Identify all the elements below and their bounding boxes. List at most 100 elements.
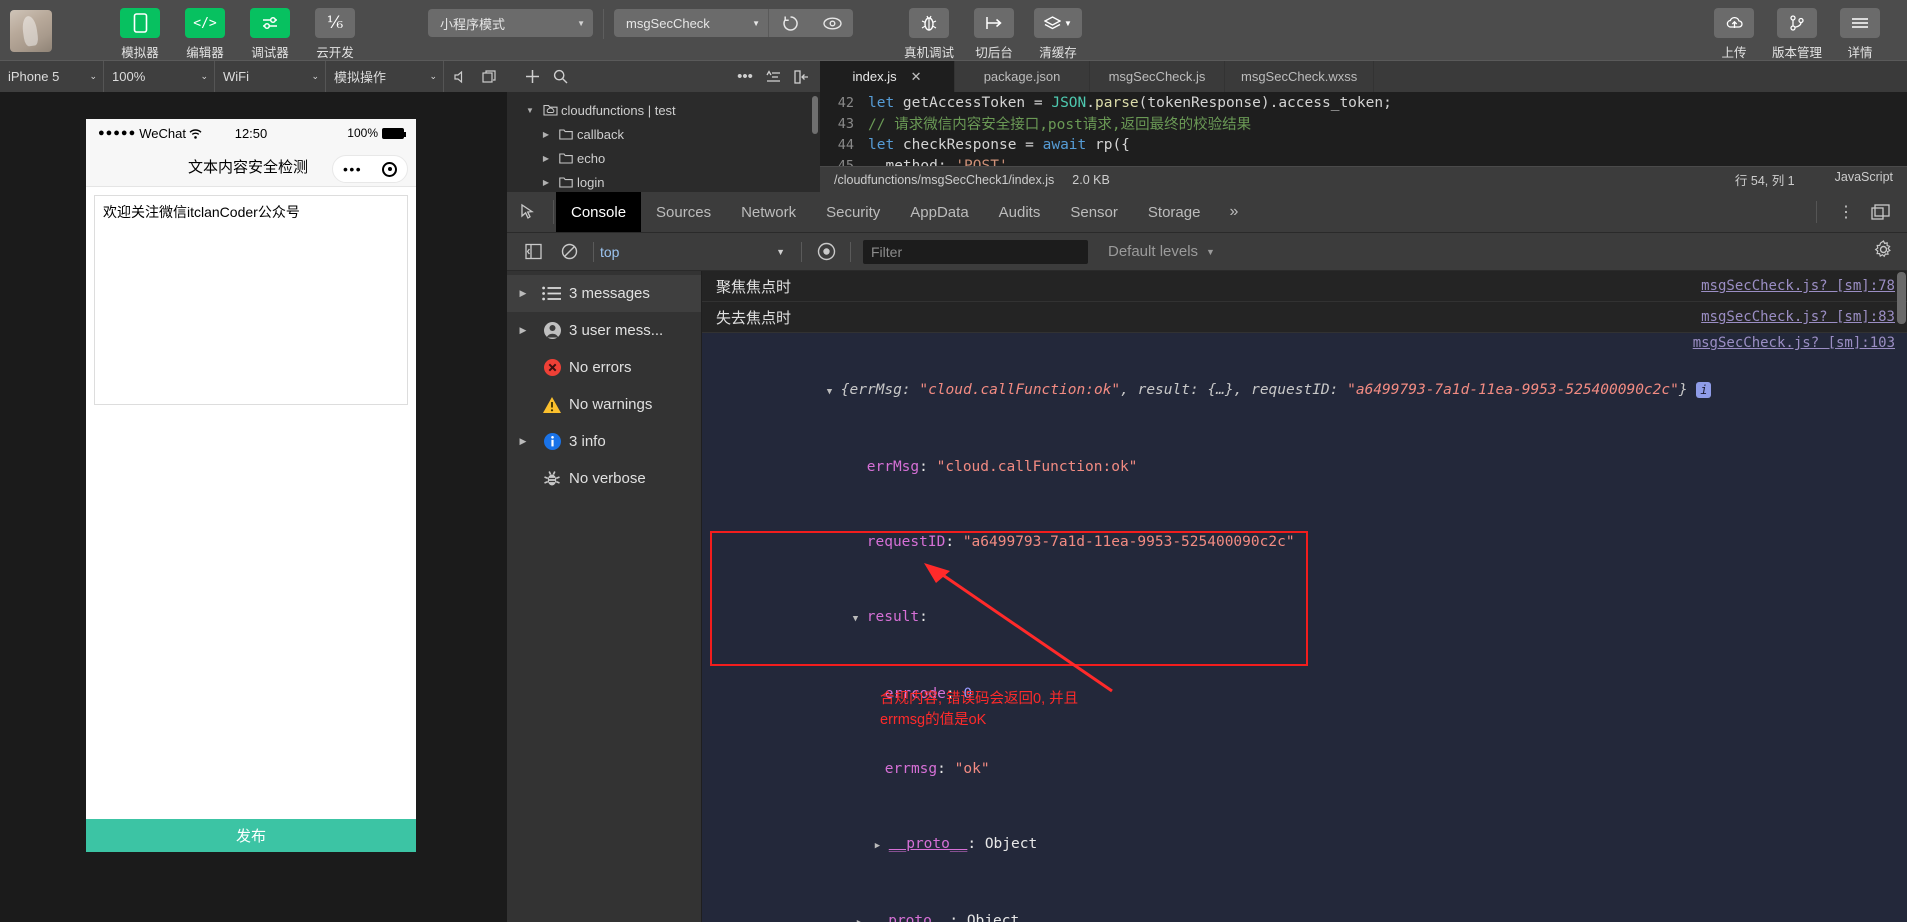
toggle-sidebar-icon[interactable] <box>515 233 551 271</box>
tab-storage[interactable]: Storage <box>1133 192 1216 232</box>
status-file-path: /cloudfunctions/msgSecCheck1/index.js <box>834 172 1055 187</box>
collapse-panel-icon[interactable] <box>788 61 814 93</box>
network-select[interactable]: WiFi ⌄ <box>215 60 326 93</box>
menu-dots-icon[interactable]: ••• <box>343 161 362 177</box>
preview-button[interactable] <box>811 9 853 37</box>
console-filter-input[interactable] <box>863 239 1088 264</box>
add-file-icon[interactable] <box>519 61 545 93</box>
search-icon[interactable] <box>547 61 573 93</box>
console-object-source[interactable]: msgSecCheck.js? [sm]:103 <box>716 335 1895 351</box>
more-options-icon[interactable]: ••• <box>732 61 758 93</box>
more-tabs-icon[interactable]: » <box>1215 192 1252 232</box>
inspect-element-icon[interactable] <box>507 192 551 232</box>
editor-tab-index-js[interactable]: index.js ✕ <box>820 61 955 92</box>
chevron-right-icon[interactable]: ▶ <box>537 178 555 187</box>
toolbar-button-debugger[interactable]: 调试器 <box>248 8 292 61</box>
console-output[interactable]: 聚焦焦点时 msgSecCheck.js? [sm]:78 失去焦点时 msgS… <box>702 271 1907 922</box>
detail-button[interactable]: 详情 <box>1837 8 1883 61</box>
tab-console[interactable]: Console <box>556 192 642 232</box>
editor-tab-package-json[interactable]: package.json <box>955 61 1090 92</box>
log-levels-select[interactable]: Default levels ▼ <box>1108 243 1215 260</box>
sidebar-item-messages[interactable]: ▶ 3 messages <box>507 275 701 312</box>
object-property-result[interactable]: ▼ result: <box>716 580 1895 657</box>
tree-item-callback[interactable]: ▶ callback <box>507 122 820 146</box>
content-textarea[interactable]: 欢迎关注微信itclanCoder公众号 <box>94 195 408 405</box>
info-badge-icon[interactable]: i <box>1696 382 1712 398</box>
sidebar-item-warnings[interactable]: No warnings <box>507 386 701 423</box>
sidebar-item-verbose[interactable]: No verbose <box>507 460 701 497</box>
chevron-right-icon[interactable]: ▶ <box>511 288 535 299</box>
file-tree-scrollbar[interactable] <box>812 96 818 134</box>
live-expression-icon[interactable] <box>808 233 844 271</box>
divider <box>1816 201 1817 223</box>
operation-select[interactable]: 模拟操作 ⌄ <box>326 60 444 93</box>
device-select[interactable]: iPhone 5 ⌄ <box>0 60 104 93</box>
sidebar-item-user-messages[interactable]: ▶ 3 user mess... <box>507 312 701 349</box>
screenshot-icon[interactable] <box>474 61 504 93</box>
toolbar-button-cloud-dev[interactable]: ⅙ 云开发 <box>313 8 357 61</box>
console-object-log[interactable]: msgSecCheck.js? [sm]:103 ▼ {errMsg: "clou… <box>702 333 1907 922</box>
tree-item-login[interactable]: ▶ login <box>507 170 820 192</box>
upload-button[interactable]: 上传 <box>1711 8 1757 61</box>
chevron-right-icon[interactable]: ▶ <box>537 154 555 163</box>
chevron-right-icon[interactable]: ▶ <box>857 911 871 922</box>
sort-icon[interactable] <box>760 61 786 93</box>
summary-middle: , result: {…}, requestID: <box>1120 382 1348 398</box>
console-scrollbar[interactable] <box>1897 272 1906 324</box>
console-message-row[interactable]: 失去焦点时 msgSecCheck.js? [sm]:83 <box>702 302 1907 333</box>
tab-appdata[interactable]: AppData <box>895 192 983 232</box>
real-device-debug-button[interactable]: 真机调试 <box>901 8 957 61</box>
editor-tab-msgseccheck-js[interactable]: msgSecCheck.js <box>1090 61 1225 92</box>
network-select-value: WiFi <box>223 69 249 84</box>
tab-sensor[interactable]: Sensor <box>1055 192 1133 232</box>
chevron-right-icon[interactable]: ▶ <box>511 325 535 336</box>
chevron-down-icon[interactable]: ▼ <box>521 106 539 115</box>
sidebar-item-label: 3 messages <box>569 285 650 302</box>
chevron-down-icon[interactable]: ▼ <box>853 607 867 632</box>
dock-side-icon[interactable] <box>1865 192 1895 233</box>
compile-button[interactable] <box>769 9 811 37</box>
object-property-requestid: requestID: "a6499793-7a1d-11ea-9953-5254… <box>866 534 1295 550</box>
code-line: 44 let checkResponse = await rp({ <box>820 134 1907 155</box>
user-avatar[interactable] <box>10 10 52 52</box>
object-property-proto-outer[interactable]: ▶__proto__: Object <box>716 884 1895 922</box>
tab-audits[interactable]: Audits <box>984 192 1056 232</box>
folder-icon <box>555 152 577 164</box>
object-property-errmsg: errMsg: "cloud.callFunction:ok" <box>866 459 1138 475</box>
console-message-source[interactable]: msgSecCheck.js? [sm]:78 <box>1701 278 1895 294</box>
background-button[interactable]: 切后台 <box>967 8 1021 61</box>
close-circle-icon[interactable] <box>382 161 398 177</box>
sidebar-item-errors[interactable]: No errors <box>507 349 701 386</box>
mute-icon[interactable] <box>444 61 474 93</box>
editor-tab-msgseccheck-wxss[interactable]: msgSecCheck.wxss <box>1225 61 1375 92</box>
sidebar-item-info[interactable]: ▶ 3 info <box>507 423 701 460</box>
context-select[interactable]: top ▼ <box>600 233 795 271</box>
toolbar-button-editor[interactable]: </> 编辑器 <box>183 8 227 61</box>
object-property-proto-inner[interactable]: ▶ __proto__: Object <box>716 807 1895 884</box>
zoom-select[interactable]: 100% ⌄ <box>104 60 215 93</box>
chevron-right-icon[interactable]: ▶ <box>537 130 555 139</box>
chevron-right-icon[interactable]: ▶ <box>875 834 889 859</box>
console-message-row[interactable]: 聚焦焦点时 msgSecCheck.js? [sm]:78 <box>702 271 1907 302</box>
close-icon[interactable]: ✕ <box>911 69 922 85</box>
tab-sources[interactable]: Sources <box>641 192 726 232</box>
chevron-right-icon[interactable]: ▶ <box>511 436 535 447</box>
chevron-down-icon[interactable]: ▼ <box>827 380 841 405</box>
object-summary-line[interactable]: ▼ {errMsg: "cloud.callFunction:ok", resul… <box>716 353 1895 430</box>
tree-item-echo[interactable]: ▶ echo <box>507 146 820 170</box>
tab-security[interactable]: Security <box>811 192 895 232</box>
code-editor[interactable]: 42 let getAccessToken = JSON.parse(token… <box>820 92 1907 166</box>
version-manage-button[interactable]: 版本管理 <box>1769 8 1825 61</box>
publish-button[interactable]: 发布 <box>86 819 416 852</box>
env-select[interactable]: msgSecCheck ▼ <box>614 9 769 37</box>
mode-select[interactable]: 小程序模式 ▼ <box>428 9 593 37</box>
tree-root-cloudfunctions[interactable]: ▼ cloudfunctions | test <box>507 98 820 122</box>
tab-network[interactable]: Network <box>726 192 811 232</box>
console-message-source[interactable]: msgSecCheck.js? [sm]:83 <box>1701 309 1895 325</box>
gear-icon[interactable] <box>1874 239 1907 264</box>
clear-cache-button[interactable]: ▼ 清缓存 <box>1031 8 1085 61</box>
toolbar-button-simulator[interactable]: 模拟器 <box>118 8 162 61</box>
wechat-capsule-button[interactable]: ••• <box>332 155 408 183</box>
clear-console-icon[interactable] <box>551 233 587 271</box>
devtools-menu-icon[interactable]: ⋮ <box>1831 192 1861 233</box>
